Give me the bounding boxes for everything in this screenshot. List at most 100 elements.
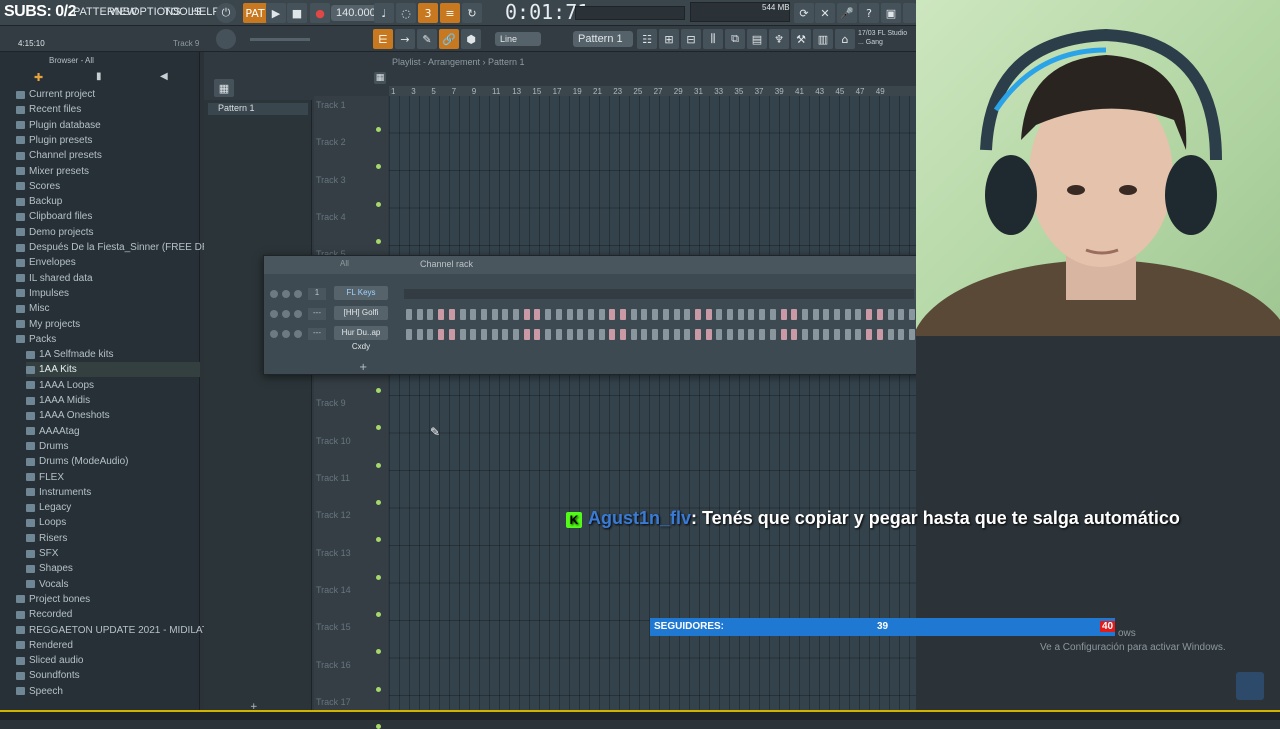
news-panel[interactable]: 17/03 FL Studio ... Gang (858, 29, 914, 47)
browser-item[interactable]: 1AAA Loops (26, 378, 94, 393)
step-button[interactable] (716, 329, 723, 340)
step-button[interactable] (566, 309, 573, 320)
browser-item[interactable]: 1AA Kits (26, 362, 200, 378)
step-button[interactable] (609, 309, 616, 320)
step-button[interactable] (459, 309, 466, 320)
online-icon[interactable]: ⌂ (835, 29, 855, 49)
step-button[interactable] (823, 309, 830, 320)
step-button[interactable] (769, 329, 776, 340)
browser-item[interactable]: Instruments (26, 485, 91, 500)
step-button[interactable] (480, 309, 487, 320)
step-button[interactable] (673, 309, 680, 320)
step-button[interactable] (470, 329, 477, 340)
tools-icon[interactable]: ⚒ (791, 29, 811, 49)
plugin-picker-icon[interactable]: ♆ (769, 29, 789, 49)
blend-icon[interactable]: ≡ (440, 3, 460, 23)
browser-item[interactable]: Clipboard files (16, 209, 92, 224)
main-pitch-slider[interactable] (250, 38, 310, 41)
step-button[interactable] (641, 309, 648, 320)
step-button[interactable] (748, 309, 755, 320)
step-button[interactable] (748, 329, 755, 340)
step-button[interactable] (609, 329, 616, 340)
step-button[interactable] (652, 329, 659, 340)
help-icon[interactable]: ? (859, 3, 879, 23)
step-button[interactable] (620, 309, 626, 320)
browser-item[interactable]: Drums (ModeAudio) (26, 454, 128, 469)
step-button[interactable] (491, 329, 498, 340)
play-button[interactable]: ▶ (266, 3, 286, 23)
channel-mixer-track[interactable]: --- (308, 328, 326, 340)
step-button[interactable] (587, 309, 594, 320)
track-mute-led[interactable] (376, 462, 381, 468)
browser-item[interactable]: Scores (16, 179, 60, 194)
playlist-icon[interactable]: ☷ (637, 29, 657, 49)
browser-item[interactable]: Speech (16, 684, 63, 699)
channel-pan-knob[interactable] (282, 290, 290, 298)
file-icon[interactable]: ▮ (96, 71, 102, 82)
step-button[interactable] (812, 329, 819, 340)
plugin-icon[interactable]: ⧉ (725, 29, 745, 49)
track-mute-led[interactable] (376, 723, 381, 729)
step-button[interactable] (652, 309, 659, 320)
browser-header[interactable]: Browser - All (49, 56, 94, 65)
browser-item[interactable]: Plugin database (16, 118, 101, 133)
channel-name-button[interactable]: Hur Du..ap Cxdy (334, 326, 388, 351)
touch-keyboard-icon[interactable]: ▥ (813, 29, 833, 49)
step-button[interactable] (427, 329, 434, 340)
link-icon[interactable]: 🔗 (439, 29, 459, 49)
pianoroll-icon[interactable]: ⊞ (659, 29, 679, 49)
speaker-icon[interactable]: ◀ (160, 71, 168, 82)
main-volume-knob[interactable] (216, 29, 236, 49)
step-button[interactable] (684, 329, 691, 340)
step-button[interactable] (448, 309, 455, 320)
browser-item[interactable]: Backup (16, 194, 62, 209)
step-button[interactable] (908, 329, 915, 340)
track-label[interactable]: Track 17 (316, 697, 351, 707)
step-button[interactable] (834, 309, 840, 320)
step-button[interactable] (844, 309, 851, 320)
step-button[interactable] (416, 329, 423, 340)
pattern-list-icon[interactable]: ▦ (214, 79, 234, 97)
extra-icon[interactable] (903, 3, 916, 23)
browser-item[interactable]: My projects (16, 317, 80, 332)
browser-item[interactable]: Channel presets (16, 148, 102, 163)
step-button[interactable] (534, 329, 541, 340)
step-button[interactable] (491, 309, 498, 320)
channel-pan-knob[interactable] (282, 310, 290, 318)
step-button[interactable] (716, 309, 723, 320)
track-label[interactable]: Track 15 (316, 622, 351, 632)
snap-icon[interactable]: ⋿ (373, 29, 393, 49)
stamp-icon[interactable]: ⬢ (461, 29, 481, 49)
browser-item[interactable]: Packs (16, 332, 56, 347)
step-button[interactable] (427, 309, 434, 320)
browser-item[interactable]: Shapes (26, 561, 73, 576)
browser-item[interactable]: Sliced audio (16, 653, 83, 668)
pencil-icon[interactable]: ✎ (417, 29, 437, 49)
step-button[interactable] (470, 309, 477, 320)
track-mute-led[interactable] (376, 500, 381, 505)
step-button[interactable] (641, 329, 648, 340)
step-button[interactable] (780, 309, 787, 320)
browser-item[interactable]: Impulses (16, 286, 69, 301)
wait-icon[interactable]: ◌ (396, 3, 416, 23)
step-button[interactable] (876, 329, 883, 340)
step-button[interactable] (459, 329, 466, 340)
step-button[interactable] (598, 329, 605, 340)
browser-item[interactable]: Misc (16, 301, 50, 316)
step-button[interactable] (630, 329, 637, 340)
add-track-icon[interactable]: + (250, 702, 258, 712)
step-button[interactable] (438, 329, 445, 340)
browser-item[interactable]: 1AAA Midis (26, 393, 90, 408)
browser-item[interactable]: Risers (26, 531, 67, 546)
track-label[interactable]: Track 9 (316, 398, 346, 408)
rack-filter[interactable]: All (340, 259, 349, 268)
step-button[interactable] (887, 329, 894, 340)
browser-item[interactable]: Vocals (26, 577, 68, 592)
step-button[interactable] (662, 309, 669, 320)
browser-item[interactable]: REGGAETON UPDATE 2021 - MIDILATINO (16, 623, 226, 638)
step-button[interactable] (727, 329, 733, 340)
step-button[interactable] (791, 309, 798, 320)
channel-led[interactable] (270, 330, 278, 338)
pat-song-toggle[interactable]: PAT (243, 3, 267, 23)
browser-item[interactable]: 1AAA Oneshots (26, 408, 110, 423)
